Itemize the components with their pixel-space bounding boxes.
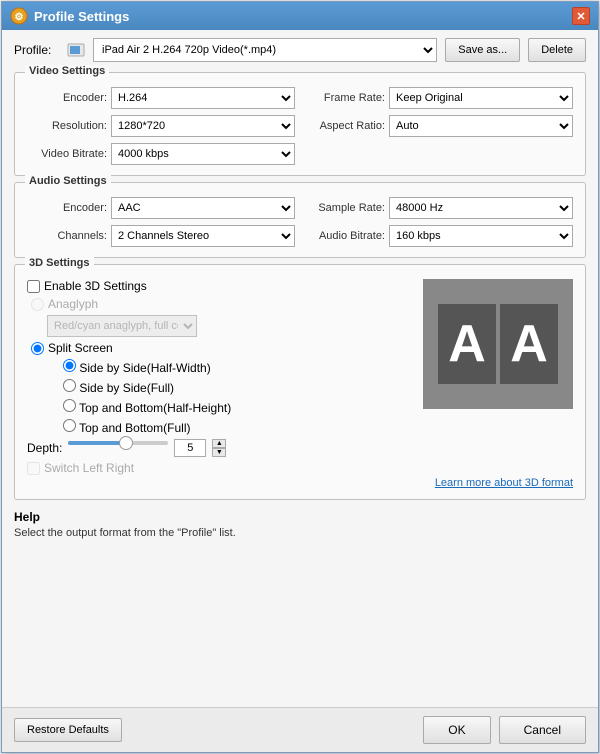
option3-row: Top and Bottom(Half-Height)	[27, 399, 415, 415]
enable-3d-label: Enable 3D Settings	[44, 279, 147, 293]
video-settings-grid: Encoder: H.264 Frame Rate: Keep Original…	[27, 87, 573, 165]
split-screen-radio[interactable]	[31, 342, 44, 355]
aspect-ratio-select[interactable]: Auto	[389, 115, 573, 137]
anaglyph-label: Anaglyph	[48, 297, 98, 311]
resolution-row: Resolution: 1280*720	[27, 115, 295, 137]
option2-radio[interactable]	[63, 379, 76, 392]
profile-settings-window: ⚙ Profile Settings ✕ Profile: iPad Air 2…	[1, 1, 599, 753]
depth-label: Depth:	[27, 441, 62, 455]
audio-settings-grid: Encoder: AAC Sample Rate: 48000 Hz Chann…	[27, 197, 573, 247]
option1-row: Side by Side(Half-Width)	[27, 359, 415, 375]
profile-icon	[67, 43, 85, 57]
enable-3d-checkbox[interactable]	[27, 280, 40, 293]
audio-settings-title: Audio Settings	[25, 175, 111, 187]
video-settings-section: Video Settings Encoder: H.264 Frame Rate…	[14, 72, 586, 176]
profile-select[interactable]: iPad Air 2 H.264 720p Video(*.mp4)	[93, 38, 437, 62]
video-settings-title: Video Settings	[25, 65, 109, 77]
sample-rate-row: Sample Rate: 48000 Hz	[305, 197, 573, 219]
anaglyph-radio[interactable]	[31, 298, 44, 311]
audio-settings-section: Audio Settings Encoder: AAC Sample Rate:…	[14, 182, 586, 258]
option3-label: Top and Bottom(Half-Height)	[79, 401, 231, 415]
ok-button[interactable]: OK	[423, 716, 490, 744]
video-bitrate-label: Video Bitrate:	[27, 148, 107, 160]
frame-rate-row: Frame Rate: Keep Original	[305, 87, 573, 109]
frame-rate-select[interactable]: Keep Original	[389, 87, 573, 109]
window-title: Profile Settings	[34, 9, 572, 24]
3d-settings-section: 3D Settings Enable 3D Settings Anaglyph	[14, 264, 586, 500]
sample-rate-label: Sample Rate:	[305, 202, 385, 214]
svg-text:⚙: ⚙	[15, 12, 24, 23]
anaglyph-row: Anaglyph	[27, 297, 415, 311]
footer: Restore Defaults OK Cancel	[2, 707, 598, 752]
audio-bitrate-row: Audio Bitrate: 160 kbps	[305, 225, 573, 247]
aspect-ratio-row: Aspect Ratio: Auto	[305, 115, 573, 137]
profile-label: Profile:	[14, 43, 59, 57]
resolution-select[interactable]: 1280*720	[111, 115, 295, 137]
learn-more-row: Learn more about 3D format	[27, 477, 573, 489]
split-screen-row: Split Screen	[27, 341, 415, 355]
app-icon: ⚙	[10, 7, 28, 25]
encoder-label: Encoder:	[27, 92, 107, 104]
aa-display: A A	[438, 304, 558, 384]
encoder-row: Encoder: H.264	[27, 87, 295, 109]
depth-down-button[interactable]: ▼	[212, 448, 226, 457]
profile-row: Profile: iPad Air 2 H.264 720p Video(*.m…	[14, 38, 586, 62]
option4-radio[interactable]	[63, 419, 76, 432]
audio-encoder-select[interactable]: AAC	[111, 197, 295, 219]
learn-more-link[interactable]: Learn more about 3D format	[435, 477, 573, 489]
main-content: Profile: iPad Air 2 H.264 720p Video(*.m…	[2, 30, 598, 707]
split-screen-label: Split Screen	[48, 341, 113, 355]
aspect-ratio-label: Aspect Ratio:	[305, 120, 385, 132]
aa-box-left: A	[438, 304, 496, 384]
title-bar: ⚙ Profile Settings ✕	[2, 2, 598, 30]
audio-encoder-label: Encoder:	[27, 202, 107, 214]
3d-preview: A A	[423, 279, 573, 409]
sample-rate-select[interactable]: 48000 Hz	[389, 197, 573, 219]
help-section: Help Select the output format from the "…	[14, 506, 586, 543]
option1-radio[interactable]	[63, 359, 76, 372]
channels-label: Channels:	[27, 230, 107, 242]
footer-right: OK Cancel	[423, 716, 586, 744]
depth-slider-thumb[interactable]	[119, 436, 133, 450]
enable-3d-row: Enable 3D Settings	[27, 279, 415, 293]
video-bitrate-row: Video Bitrate: 4000 kbps	[27, 143, 295, 165]
audio-encoder-row: Encoder: AAC	[27, 197, 295, 219]
delete-button[interactable]: Delete	[528, 38, 586, 62]
3d-settings-inner: Enable 3D Settings Anaglyph Red/cyan ana…	[27, 279, 573, 475]
option2-row: Side by Side(Full)	[27, 379, 415, 395]
close-button[interactable]: ✕	[572, 7, 590, 25]
help-title: Help	[14, 510, 586, 524]
3d-settings-left: Enable 3D Settings Anaglyph Red/cyan ana…	[27, 279, 415, 475]
aa-box-right: A	[500, 304, 558, 384]
restore-defaults-button[interactable]: Restore Defaults	[14, 718, 122, 742]
depth-up-button[interactable]: ▲	[212, 439, 226, 448]
depth-slider-container[interactable]	[68, 441, 168, 455]
option3-radio[interactable]	[63, 399, 76, 412]
cancel-button[interactable]: Cancel	[499, 716, 586, 744]
help-text: Select the output format from the "Profi…	[14, 527, 586, 539]
switch-left-right-label: Switch Left Right	[44, 461, 134, 475]
audio-bitrate-label: Audio Bitrate:	[305, 230, 385, 242]
3d-settings-title: 3D Settings	[25, 257, 94, 269]
option1-label: Side by Side(Half-Width)	[79, 361, 210, 375]
depth-slider-track	[68, 441, 168, 445]
channels-select[interactable]: 2 Channels Stereo	[111, 225, 295, 247]
anaglyph-sub: Red/cyan anaglyph, full color	[27, 315, 415, 337]
channels-row: Channels: 2 Channels Stereo	[27, 225, 295, 247]
option4-row: Top and Bottom(Full)	[27, 419, 415, 435]
resolution-label: Resolution:	[27, 120, 107, 132]
save-as-button[interactable]: Save as...	[445, 38, 520, 62]
encoder-select[interactable]: H.264	[111, 87, 295, 109]
video-bitrate-select[interactable]: 4000 kbps	[111, 143, 295, 165]
option4-label: Top and Bottom(Full)	[79, 421, 190, 435]
frame-rate-label: Frame Rate:	[305, 92, 385, 104]
anaglyph-select[interactable]: Red/cyan anaglyph, full color	[47, 315, 197, 337]
option2-label: Side by Side(Full)	[79, 381, 174, 395]
depth-row: Depth: ▲ ▼	[27, 439, 415, 457]
depth-spinner: ▲ ▼	[212, 439, 226, 457]
switch-left-right-checkbox[interactable]	[27, 462, 40, 475]
depth-input[interactable]	[174, 439, 206, 457]
audio-bitrate-select[interactable]: 160 kbps	[389, 225, 573, 247]
switch-left-right-row: Switch Left Right	[27, 461, 415, 475]
